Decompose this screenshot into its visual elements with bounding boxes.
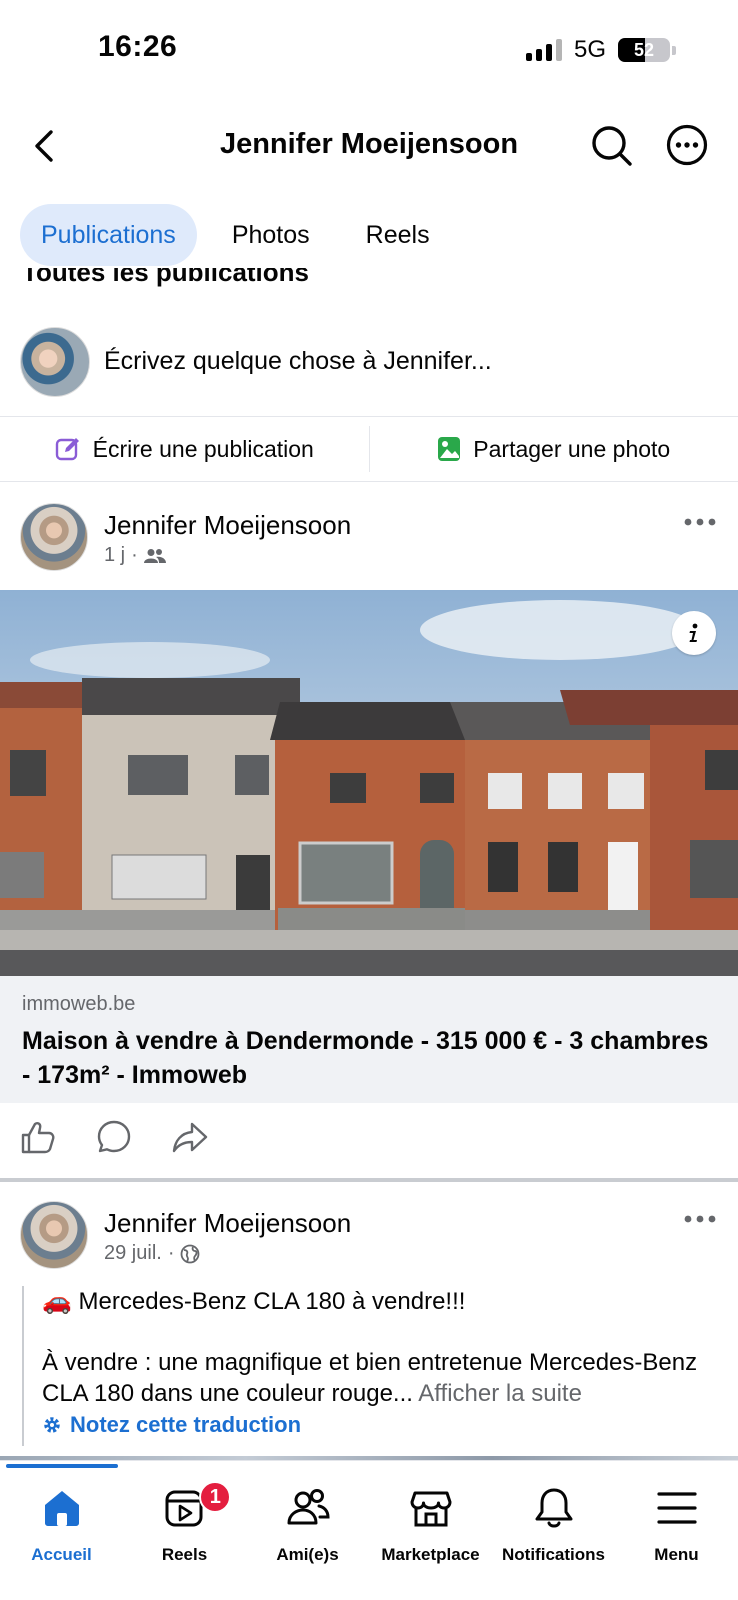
notification-badge: 1 <box>199 1481 232 1513</box>
like-icon[interactable] <box>20 1119 56 1155</box>
info-button[interactable] <box>672 611 716 655</box>
info-icon <box>689 623 698 642</box>
nav-notifications[interactable]: Notifications <box>492 1461 615 1600</box>
bottom-nav: Accueil 1 Reels Ami(e)s Marketplace Noti… <box>0 1460 738 1600</box>
battery-label: 52 <box>633 39 655 60</box>
post-time[interactable]: 29 juil. <box>104 1242 162 1265</box>
battery-icon: 52 <box>618 38 670 62</box>
see-more-link[interactable]: Afficher la suite <box>418 1380 582 1407</box>
rate-translation-label: Notez cette traduction <box>70 1412 302 1437</box>
nav-label: Accueil <box>31 1545 92 1564</box>
gear-icon <box>44 1417 60 1433</box>
comment-icon[interactable] <box>96 1119 132 1155</box>
tab-reels[interactable]: Reels <box>345 204 451 266</box>
menu-icon <box>656 1492 697 1524</box>
profile-tabs: Publications Photos Reels <box>20 204 451 266</box>
avatar[interactable] <box>20 327 90 397</box>
nav-menu[interactable]: Menu <box>615 1461 738 1600</box>
post-headline: 🚗 Mercedes-Benz CLA 180 à vendre!!! <box>42 1288 466 1315</box>
nav-label: Notifications <box>502 1545 605 1564</box>
photo-icon <box>438 437 461 461</box>
share-photo-label: Partager une photo <box>473 435 671 462</box>
signal-icon <box>525 39 562 61</box>
nav-label: Menu <box>654 1545 699 1564</box>
search-icon[interactable] <box>590 124 634 168</box>
divider <box>0 481 738 482</box>
composer-actions: Écrire une publication Partager une phot… <box>0 417 738 481</box>
tab-publications[interactable]: Publications <box>20 204 197 266</box>
share-icon[interactable] <box>172 1119 208 1155</box>
post-options-icon[interactable] <box>683 517 717 527</box>
post-meta: 1 j · <box>104 544 166 567</box>
home-icon <box>44 1491 79 1526</box>
post-separator <box>0 1178 738 1182</box>
link-preview[interactable]: immoweb.be Maison à vendre à Dendermonde… <box>0 976 738 1103</box>
post-options-icon[interactable] <box>683 1214 717 1224</box>
status-icons: 5G 52 <box>525 36 676 64</box>
status-time: 16:26 <box>98 30 178 63</box>
post-meta: 29 juil. · <box>104 1242 200 1265</box>
nav-label: Marketplace <box>381 1545 480 1564</box>
link-domain: immoweb.be <box>22 993 136 1015</box>
write-post-button[interactable]: Écrire une publication <box>0 417 369 481</box>
more-options-icon[interactable] <box>666 124 708 166</box>
network-label: 5G <box>573 36 606 63</box>
nav-marketplace[interactable]: Marketplace <box>369 1461 492 1600</box>
translation-bar <box>22 1286 24 1446</box>
nav-friends[interactable]: Ami(e)s <box>246 1461 369 1600</box>
post-actions <box>20 1119 208 1155</box>
edit-icon <box>55 438 79 461</box>
write-post-label: Écrire une publication <box>92 435 314 462</box>
friends-icon <box>287 1489 330 1525</box>
nav-reels[interactable]: 1 Reels <box>123 1461 246 1600</box>
marketplace-icon <box>410 1491 451 1527</box>
nav-home[interactable]: Accueil <box>0 1461 123 1600</box>
share-photo-button[interactable]: Partager une photo <box>368 426 738 472</box>
section-title: Toutes les publications <box>22 268 310 287</box>
link-title: Maison à vendre à Dendermonde - 315 000 … <box>22 1027 709 1089</box>
post-body: 🚗 Mercedes-Benz CLA 180 à vendre!!! À ve… <box>42 1286 722 1409</box>
rate-translation-link[interactable]: Notez cette traduction <box>42 1412 301 1438</box>
tab-photos[interactable]: Photos <box>211 204 331 266</box>
nav-label: Reels <box>161 1545 208 1564</box>
post-paragraph: À vendre : une magnifique et bien entret… <box>42 1349 698 1407</box>
bell-icon <box>535 1488 572 1528</box>
post-avatar[interactable] <box>20 503 88 571</box>
link-preview-image[interactable] <box>0 590 738 976</box>
post-author[interactable]: Jennifer Moeijensoon <box>104 510 351 541</box>
nav-label: Ami(e)s <box>276 1545 339 1564</box>
friends-icon <box>143 548 166 563</box>
composer-input[interactable]: Écrivez quelque chose à Jennifer... <box>104 347 492 376</box>
post-author[interactable]: Jennifer Moeijensoon <box>104 1208 351 1239</box>
post-time[interactable]: 1 j <box>104 544 125 567</box>
post-avatar[interactable] <box>20 1201 88 1269</box>
globe-icon <box>181 1244 200 1263</box>
active-tab-indicator <box>6 1464 118 1468</box>
